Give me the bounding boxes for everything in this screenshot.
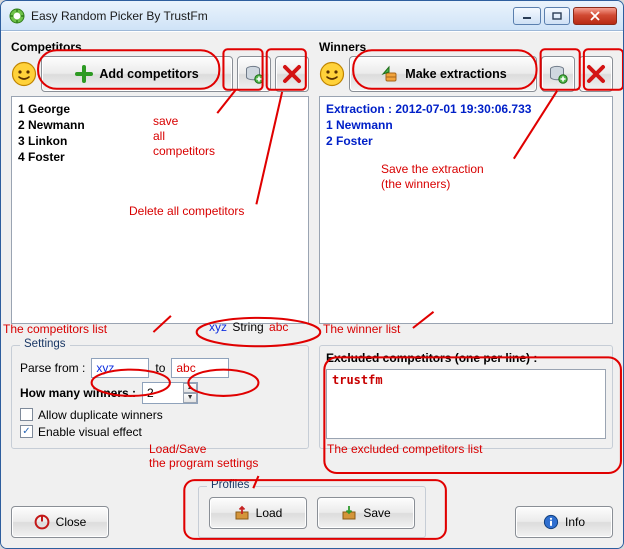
how-many-spinner[interactable]: ▲▼ bbox=[142, 382, 198, 404]
load-label: Load bbox=[256, 506, 283, 520]
excluded-frame: Excluded competitors (one per line) : bbox=[319, 345, 613, 449]
list-item: 3 Linkon bbox=[18, 133, 302, 149]
box-down-icon bbox=[341, 505, 357, 521]
titlebar: Easy Random Picker By TrustFm bbox=[1, 1, 623, 31]
winners-title: Winners bbox=[319, 40, 613, 54]
parse-to-label: to bbox=[155, 361, 165, 375]
excluded-title: Excluded competitors (one per line) : bbox=[326, 351, 606, 365]
client-area: Competitors Add competitors bbox=[1, 31, 623, 548]
maximize-button[interactable] bbox=[544, 7, 570, 25]
settings-legend: Settings bbox=[20, 338, 70, 350]
smiley-icon bbox=[319, 61, 345, 87]
info-button[interactable]: Info bbox=[515, 506, 613, 538]
power-icon bbox=[34, 514, 50, 530]
list-item: 2 Foster bbox=[326, 133, 606, 149]
list-item: 1 George bbox=[18, 101, 302, 117]
checkbox-icon: ✓ bbox=[20, 425, 33, 438]
delete-icon bbox=[282, 64, 302, 84]
bottom-right: Info bbox=[438, 506, 613, 538]
parse-to-input[interactable] bbox=[171, 358, 229, 378]
competitors-title: Competitors bbox=[11, 40, 309, 54]
info-icon bbox=[543, 514, 559, 530]
delete-competitors-button[interactable] bbox=[275, 56, 309, 92]
save-competitors-button[interactable] bbox=[237, 56, 271, 92]
box-up-icon bbox=[234, 505, 250, 521]
plus-icon bbox=[75, 65, 93, 83]
load-profile-button[interactable]: Load bbox=[209, 497, 307, 529]
parse-from-label: Parse from : bbox=[20, 361, 85, 375]
winners-panel: Winners bbox=[319, 40, 613, 339]
example-word: String bbox=[230, 320, 265, 334]
enable-visual-check[interactable]: ✓ Enable visual effect bbox=[20, 425, 300, 439]
how-many-row: How many winners : ▲▼ bbox=[20, 382, 300, 404]
add-competitors-label: Add competitors bbox=[99, 67, 198, 81]
minimize-button[interactable] bbox=[513, 7, 541, 25]
excluded-panel: Excluded competitors (one per line) : bbox=[319, 345, 613, 464]
settings-panel: Settings Parse from : to How many winner… bbox=[11, 345, 309, 464]
info-label: Info bbox=[565, 515, 585, 529]
save-label: Save bbox=[363, 506, 390, 520]
checkbox-icon bbox=[20, 408, 33, 421]
close-label: Close bbox=[56, 515, 87, 529]
smiley-icon bbox=[11, 61, 37, 87]
spinner-arrows[interactable]: ▲▼ bbox=[183, 383, 197, 403]
make-extractions-label: Make extractions bbox=[405, 67, 506, 81]
settings-group: Settings Parse from : to How many winner… bbox=[11, 345, 309, 449]
example-xyz: xyz bbox=[209, 320, 227, 334]
extraction-header: Extraction : 2012-07-01 19:30:06.733 bbox=[326, 101, 606, 117]
competitors-toolbar: Add competitors bbox=[11, 56, 309, 92]
list-item: 4 Foster bbox=[18, 149, 302, 165]
bottom-left: Close bbox=[11, 506, 186, 538]
save-winners-button[interactable] bbox=[541, 56, 575, 92]
extract-icon bbox=[379, 65, 399, 83]
bottom-bar: Close Profiles Lo bbox=[11, 471, 613, 538]
list-item: 1 Newmann bbox=[326, 117, 606, 133]
window-title: Easy Random Picker By TrustFm bbox=[31, 9, 208, 23]
enable-visual-label: Enable visual effect bbox=[38, 425, 142, 439]
close-button[interactable]: Close bbox=[11, 506, 109, 538]
competitors-list[interactable]: 1 George 2 Newmann 3 Linkon 4 Foster bbox=[11, 96, 309, 324]
example-string: xyz String abc bbox=[209, 320, 288, 334]
delete-icon bbox=[586, 64, 606, 84]
application-window: Easy Random Picker By TrustFm Competitor… bbox=[0, 0, 624, 549]
winners-toolbar: Make extractions bbox=[319, 56, 613, 92]
database-save-icon bbox=[548, 64, 568, 84]
allow-duplicate-check[interactable]: Allow duplicate winners bbox=[20, 408, 300, 422]
make-extractions-button[interactable]: Make extractions bbox=[349, 56, 537, 92]
parse-from-input[interactable] bbox=[91, 358, 149, 378]
competitors-panel: Competitors Add competitors bbox=[11, 40, 309, 339]
database-save-icon bbox=[244, 64, 264, 84]
how-many-label: How many winners : bbox=[20, 386, 136, 400]
app-icon bbox=[9, 8, 25, 24]
close-window-button[interactable] bbox=[573, 7, 617, 25]
allow-duplicate-label: Allow duplicate winners bbox=[38, 408, 163, 422]
window-controls bbox=[513, 7, 617, 25]
profiles-legend: Profiles bbox=[207, 479, 253, 491]
example-abc: abc bbox=[269, 320, 288, 334]
excluded-textarea[interactable] bbox=[326, 369, 606, 439]
profiles-panel: Profiles Load bbox=[198, 486, 426, 538]
parse-row: Parse from : to bbox=[20, 358, 300, 378]
winners-list[interactable]: Extraction : 2012-07-01 19:30:06.733 1 N… bbox=[319, 96, 613, 324]
list-item: 2 Newmann bbox=[18, 117, 302, 133]
add-competitors-button[interactable]: Add competitors bbox=[41, 56, 233, 92]
save-profile-button[interactable]: Save bbox=[317, 497, 415, 529]
delete-winners-button[interactable] bbox=[579, 56, 613, 92]
